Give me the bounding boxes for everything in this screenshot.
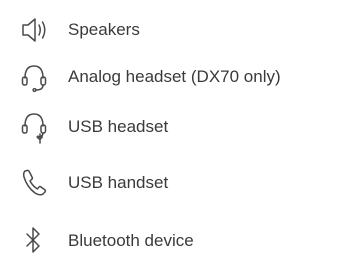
- handset-icon: [20, 163, 50, 203]
- speaker-icon: [20, 10, 50, 50]
- device-item-speakers[interactable]: Speakers: [0, 10, 340, 50]
- headset-icon: [20, 57, 50, 97]
- device-item-usb-headset[interactable]: USB headset: [0, 107, 340, 147]
- usb-headset-icon: [20, 107, 50, 147]
- device-item-analog-headset[interactable]: Analog headset (DX70 only): [0, 57, 340, 97]
- audio-device-list: Speakers Analog headset (DX70 only) USB …: [0, 0, 340, 253]
- device-label-bluetooth: Bluetooth device: [68, 231, 194, 250]
- device-label-speakers: Speakers: [68, 20, 140, 39]
- device-item-usb-handset[interactable]: USB handset: [0, 163, 340, 203]
- device-label-usb-headset: USB headset: [68, 117, 169, 136]
- device-label-usb-handset: USB handset: [68, 173, 169, 192]
- device-label-analog-headset: Analog headset (DX70 only): [68, 67, 281, 86]
- bluetooth-icon: [20, 221, 50, 261]
- device-item-bluetooth[interactable]: Bluetooth device: [0, 221, 340, 261]
